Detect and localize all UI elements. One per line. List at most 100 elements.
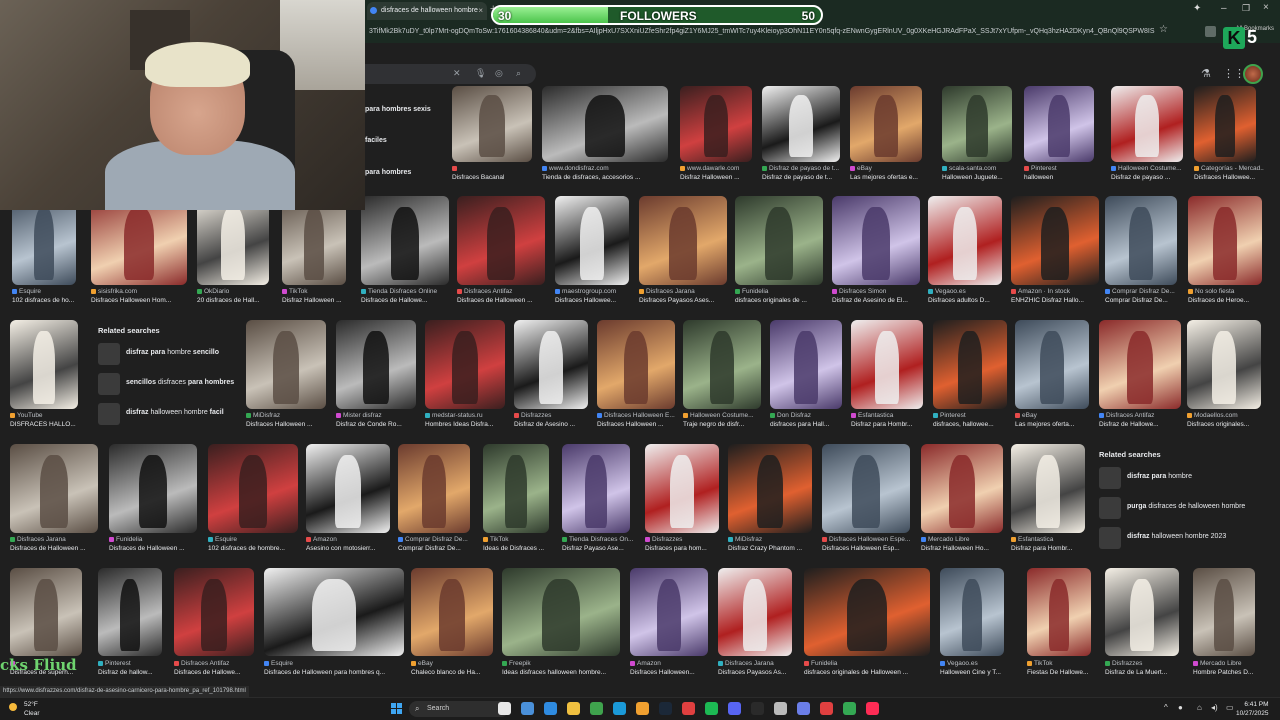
- image-result-caption[interactable]: Disfraz de payaso de t... Disfraz de paya…: [762, 165, 848, 182]
- image-result-caption[interactable]: Disfrazzes Disfraz de La Muert...: [1105, 660, 1187, 677]
- volume-icon[interactable]: ◂): [1211, 703, 1218, 712]
- image-result-thumbnail[interactable]: [109, 444, 197, 533]
- image-result-thumbnail[interactable]: [425, 320, 505, 409]
- taskbar-app-icon[interactable]: [774, 702, 787, 715]
- image-result-caption[interactable]: Freepik Ideas disfraces halloween hombre.…: [502, 660, 628, 677]
- image-result-caption[interactable]: Comprar Disfraz De... Comprar Disfraz De.…: [1105, 288, 1185, 305]
- image-result-thumbnail[interactable]: [832, 196, 920, 285]
- image-result-thumbnail[interactable]: [1105, 196, 1177, 285]
- related-search-item[interactable]: disfraz halloween hombre facil: [98, 401, 238, 431]
- image-result-thumbnail[interactable]: [306, 444, 390, 533]
- taskbar-search[interactable]: ⌕ Search: [409, 701, 509, 717]
- image-result-thumbnail[interactable]: [645, 444, 719, 533]
- image-result-caption[interactable]: scala-santa.com Halloween Juguete...: [942, 165, 1020, 182]
- image-result-thumbnail[interactable]: [411, 568, 493, 656]
- image-result-caption[interactable]: www.dawarle.com Disfraz Halloween ...: [680, 165, 760, 182]
- image-result-caption[interactable]: Disfraces Jarana Disfraces Payasos As...: [718, 660, 800, 677]
- sparkle-icon[interactable]: ✦: [1193, 3, 1201, 14]
- extension-icon[interactable]: [1205, 26, 1216, 37]
- search-input[interactable]: ✕ 🎙 ◎ ⌕: [365, 64, 536, 84]
- image-result-thumbnail[interactable]: [770, 320, 842, 409]
- image-result-caption[interactable]: Disfraces Antifaz Disfraces de Hallowe...: [174, 660, 262, 677]
- image-result-caption[interactable]: Halloween Costume... Traje negro de disfr…: [683, 412, 769, 429]
- image-result-thumbnail[interactable]: [728, 444, 812, 533]
- image-result-caption[interactable]: Pinterest Disfraz de hallow...: [98, 660, 170, 677]
- image-result-thumbnail[interactable]: [1188, 196, 1262, 285]
- taskbar-app-icon[interactable]: [728, 702, 741, 715]
- image-result-thumbnail[interactable]: [246, 320, 326, 409]
- image-result-caption[interactable]: Disfraces Antifaz Disfraces de Halloween …: [457, 288, 553, 305]
- tab-search[interactable]: disfraces de halloween hombre ×: [367, 2, 487, 20]
- taskbar-app-icon[interactable]: [544, 702, 557, 715]
- restore-icon[interactable]: ❐: [1242, 3, 1250, 14]
- image-result-caption[interactable]: Disfrazzes Disfraz de Asesino ...: [514, 412, 596, 429]
- image-result-caption[interactable]: eBay Chaleco blanco de Ha...: [411, 660, 501, 677]
- image-result-caption[interactable]: Don Disfraz disfraces para Hall...: [770, 412, 850, 429]
- taskbar-app-icon[interactable]: [843, 702, 856, 715]
- image-result-caption[interactable]: Funidelia disfraces originales de ...: [735, 288, 831, 305]
- image-result-thumbnail[interactable]: [1024, 86, 1094, 162]
- lens-icon[interactable]: ◎: [495, 68, 503, 79]
- taskbar-app-icon[interactable]: [590, 702, 603, 715]
- related-search-item[interactable]: purga disfraces de halloween hombre: [1099, 495, 1259, 525]
- image-result-thumbnail[interactable]: [942, 86, 1012, 162]
- image-result-caption[interactable]: Disfraces Halloween Espe... Disfraces Hal…: [822, 536, 918, 553]
- image-result-thumbnail[interactable]: [1015, 320, 1089, 409]
- taskbar-app-icon[interactable]: [705, 702, 718, 715]
- image-result-caption[interactable]: Disfraces Halloween E... Disfraces Hallow…: [597, 412, 683, 429]
- image-result-caption[interactable]: Esfantastica Disfraz para Hombr...: [1011, 536, 1093, 553]
- image-result-caption[interactable]: Disfrazzes Disfraces para hom...: [645, 536, 727, 553]
- image-result-caption[interactable]: YouTube DISFRACES HALLO...: [10, 412, 86, 429]
- image-result-thumbnail[interactable]: [174, 568, 254, 656]
- image-result-thumbnail[interactable]: [680, 86, 752, 162]
- windows-start-icon[interactable]: [391, 703, 402, 714]
- clear-icon[interactable]: ✕: [453, 68, 461, 79]
- mic-icon[interactable]: 🎙: [475, 68, 486, 79]
- image-result-thumbnail[interactable]: [1099, 320, 1181, 409]
- image-result-caption[interactable]: Esquire 102 disfraces de hombre...: [208, 536, 306, 553]
- related-search-item[interactable]: disfraz halloween hombre 2023: [1099, 525, 1259, 555]
- taskbar-app-icon[interactable]: [866, 702, 879, 715]
- minimize-icon[interactable]: –: [1221, 3, 1227, 14]
- taskbar-app-icon[interactable]: [797, 702, 810, 715]
- image-result-thumbnail[interactable]: [398, 444, 470, 533]
- related-search-item[interactable]: disfraz para hombre: [1099, 465, 1259, 495]
- image-result-caption[interactable]: Disfraces Bacanal: [452, 165, 540, 182]
- image-result-caption[interactable]: No solo fiesta Disfraces de Heroe...: [1188, 288, 1270, 305]
- image-result-caption[interactable]: Vegaoo.es Halloween Cine y T...: [940, 660, 1012, 677]
- image-result-thumbnail[interactable]: [1111, 86, 1183, 162]
- close-tab-icon[interactable]: ×: [478, 6, 483, 15]
- network-icon[interactable]: ⌂: [1197, 703, 1202, 712]
- taskbar-app-icon[interactable]: [521, 702, 534, 715]
- labs-icon[interactable]: ⚗: [1201, 67, 1211, 80]
- image-result-thumbnail[interactable]: [10, 444, 98, 533]
- image-result-caption[interactable]: Mercado Libre Disfraz Halloween Ho...: [921, 536, 1011, 553]
- image-result-caption[interactable]: eBay Las mejores ofertas e...: [850, 165, 930, 182]
- image-result-thumbnail[interactable]: [928, 196, 1002, 285]
- taskbar-app-icon[interactable]: [636, 702, 649, 715]
- related-item-3[interactable]: para hombres: [365, 150, 445, 180]
- image-result-thumbnail[interactable]: [98, 568, 162, 656]
- image-result-thumbnail[interactable]: [452, 86, 532, 162]
- image-result-caption[interactable]: OkDiario 20 disfraces de Hall...: [197, 288, 277, 305]
- image-result-caption[interactable]: www.dondisfraz.com Tienda de disfraces, a…: [542, 165, 676, 182]
- image-result-thumbnail[interactable]: [457, 196, 545, 285]
- image-result-thumbnail[interactable]: [850, 86, 922, 162]
- image-result-caption[interactable]: Amazon Asesino con motosierr...: [306, 536, 398, 553]
- image-result-thumbnail[interactable]: [502, 568, 620, 656]
- image-result-caption[interactable]: Pinterest halloween: [1024, 165, 1102, 182]
- image-result-caption[interactable]: Categorías - Mercad... Disfraces Hallowee…: [1194, 165, 1264, 182]
- url-field[interactable]: 3TifMk2Bk7uDY_t0lp7Mrt-ogDQmToSw:1761604…: [369, 25, 1155, 40]
- image-result-caption[interactable]: Disfraces Antifaz Disfraz de Hallowe...: [1099, 412, 1189, 429]
- image-result-caption[interactable]: Tienda Disfraces Online Disfraces de Hall…: [361, 288, 457, 305]
- image-result-thumbnail[interactable]: [762, 86, 840, 162]
- image-result-caption[interactable]: Amazon · In stock ENHZHIC Disfraz Hallo..…: [1011, 288, 1107, 305]
- image-result-thumbnail[interactable]: [1193, 568, 1255, 656]
- image-result-thumbnail[interactable]: [10, 568, 82, 656]
- image-result-caption[interactable]: Funidelia disfraces originales de Hallowe…: [804, 660, 938, 677]
- taskbar-app-icon[interactable]: [751, 702, 764, 715]
- taskbar-app-icon[interactable]: [820, 702, 833, 715]
- related-search-item[interactable]: disfraz para hombre sencillo: [98, 341, 238, 371]
- image-result-caption[interactable]: Esfantastica Disfraz para Hombr...: [851, 412, 931, 429]
- tray-chevron-icon[interactable]: ^: [1164, 703, 1168, 712]
